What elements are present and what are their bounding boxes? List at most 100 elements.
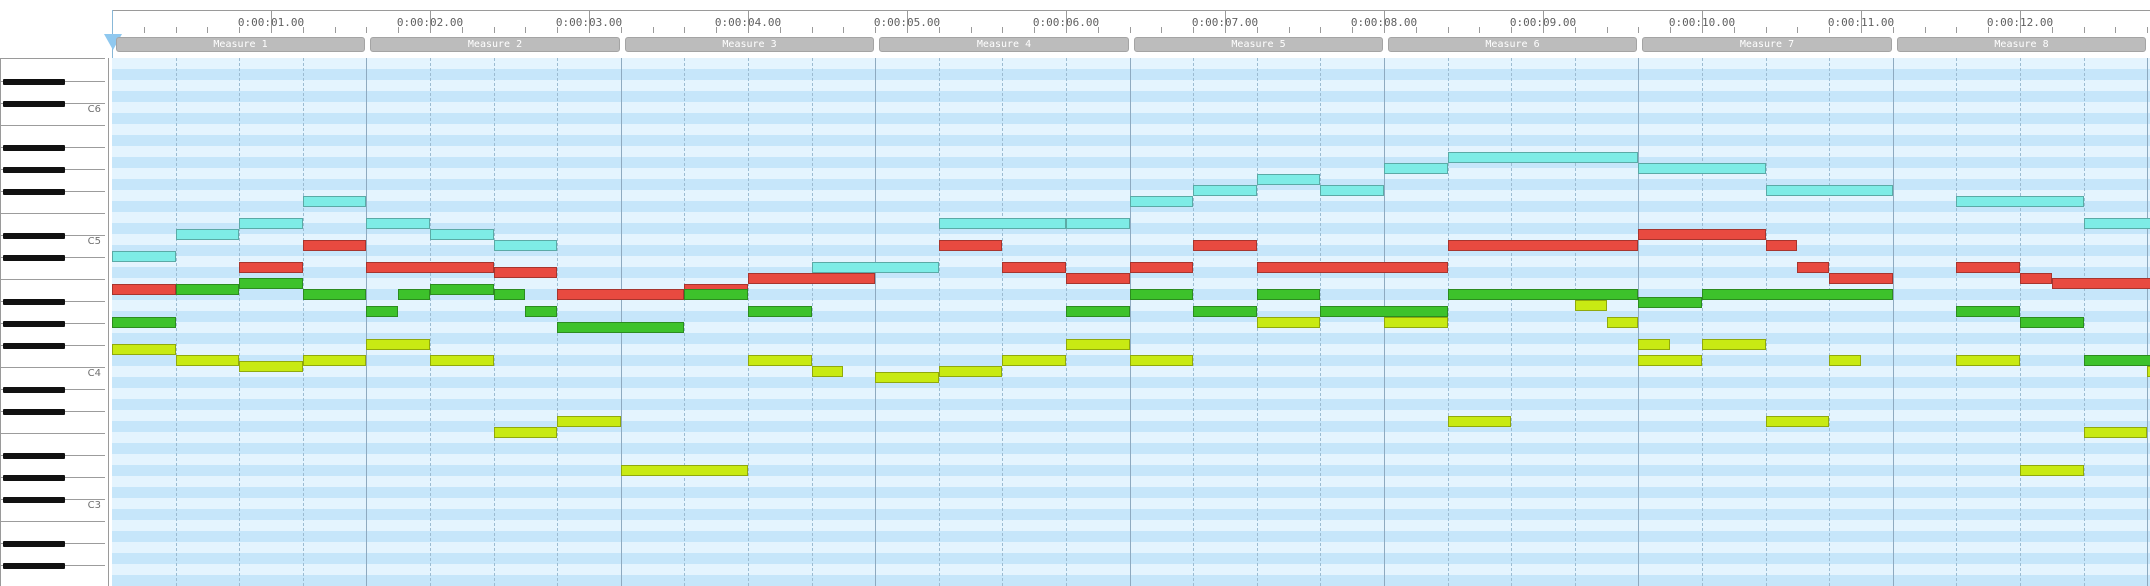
note-yellow[interactable] bbox=[1002, 355, 1066, 366]
note-green[interactable] bbox=[303, 289, 366, 300]
note-cyan[interactable] bbox=[303, 196, 366, 207]
black-key[interactable] bbox=[3, 343, 65, 349]
note-yellow[interactable] bbox=[1956, 355, 2020, 366]
note-red[interactable] bbox=[112, 284, 176, 295]
note-green[interactable] bbox=[2084, 355, 2150, 366]
note-green[interactable] bbox=[112, 317, 176, 328]
note-green[interactable] bbox=[1257, 289, 1320, 300]
note-red[interactable] bbox=[494, 267, 557, 278]
measure-8-header[interactable]: Measure 8 bbox=[1897, 37, 2146, 52]
note-cyan[interactable] bbox=[1448, 152, 1638, 163]
note-yellow[interactable] bbox=[1638, 355, 1702, 366]
note-green[interactable] bbox=[494, 289, 525, 300]
note-yellow[interactable] bbox=[2084, 427, 2147, 438]
note-red[interactable] bbox=[1002, 262, 1066, 273]
note-yellow[interactable] bbox=[430, 355, 494, 366]
note-red[interactable] bbox=[1130, 262, 1193, 273]
note-red[interactable] bbox=[2020, 273, 2052, 284]
note-yellow[interactable] bbox=[1766, 416, 1829, 427]
note-red[interactable] bbox=[1766, 240, 1797, 251]
note-red[interactable] bbox=[366, 262, 494, 273]
note-yellow[interactable] bbox=[1702, 339, 1766, 350]
note-green[interactable] bbox=[2020, 317, 2084, 328]
note-red[interactable] bbox=[1193, 240, 1257, 251]
note-red[interactable] bbox=[1797, 262, 1829, 273]
black-key[interactable] bbox=[3, 101, 65, 107]
note-cyan[interactable] bbox=[430, 229, 494, 240]
note-green[interactable] bbox=[176, 284, 239, 295]
note-red[interactable] bbox=[748, 273, 875, 284]
black-key[interactable] bbox=[3, 255, 65, 261]
measure-7-header[interactable]: Measure 7 bbox=[1642, 37, 1892, 52]
note-cyan[interactable] bbox=[939, 218, 1066, 229]
black-key[interactable] bbox=[3, 233, 65, 239]
black-key[interactable] bbox=[3, 497, 65, 503]
black-key[interactable] bbox=[3, 189, 65, 195]
note-red[interactable] bbox=[1066, 273, 1130, 284]
note-yellow[interactable] bbox=[494, 427, 557, 438]
time-ruler[interactable]: 0:00:01.00 0:00:02.00 0:00:03.00 0:00:04.00… bbox=[112, 10, 2150, 35]
black-key[interactable] bbox=[3, 453, 65, 459]
note-cyan[interactable] bbox=[1066, 218, 1130, 229]
note-green[interactable] bbox=[525, 306, 557, 317]
black-key[interactable] bbox=[3, 299, 65, 305]
note-red[interactable] bbox=[2052, 278, 2150, 289]
note-red[interactable] bbox=[557, 289, 684, 300]
note-green[interactable] bbox=[1066, 306, 1130, 317]
note-yellow[interactable] bbox=[176, 355, 239, 366]
note-cyan[interactable] bbox=[1257, 174, 1320, 185]
note-cyan[interactable] bbox=[494, 240, 557, 251]
note-red[interactable] bbox=[939, 240, 1002, 251]
note-yellow[interactable] bbox=[939, 366, 1002, 377]
measure-6-header[interactable]: Measure 6 bbox=[1388, 37, 1637, 52]
note-green[interactable] bbox=[366, 306, 398, 317]
note-yellow[interactable] bbox=[112, 344, 176, 355]
note-yellow[interactable] bbox=[557, 416, 621, 427]
note-green[interactable] bbox=[1702, 289, 1893, 300]
note-yellow[interactable] bbox=[1638, 339, 1670, 350]
note-yellow[interactable] bbox=[748, 355, 812, 366]
note-red[interactable] bbox=[1638, 229, 1766, 240]
measure-5-header[interactable]: Measure 5 bbox=[1134, 37, 1383, 52]
note-yellow[interactable] bbox=[1130, 355, 1193, 366]
note-yellow[interactable] bbox=[875, 372, 939, 383]
black-key[interactable] bbox=[3, 167, 65, 173]
note-green[interactable] bbox=[1130, 289, 1193, 300]
note-yellow[interactable] bbox=[812, 366, 843, 377]
note-green[interactable] bbox=[398, 289, 430, 300]
note-cyan[interactable] bbox=[1956, 196, 2084, 207]
note-green[interactable] bbox=[1956, 306, 2020, 317]
black-key[interactable] bbox=[3, 145, 65, 151]
black-key[interactable] bbox=[3, 409, 65, 415]
note-cyan[interactable] bbox=[239, 218, 303, 229]
black-key[interactable] bbox=[3, 563, 65, 569]
note-green[interactable] bbox=[1448, 289, 1638, 300]
note-cyan[interactable] bbox=[1320, 185, 1384, 196]
note-cyan[interactable] bbox=[812, 262, 939, 273]
note-green[interactable] bbox=[684, 289, 748, 300]
note-red[interactable] bbox=[303, 240, 366, 251]
note-green[interactable] bbox=[1320, 306, 1448, 317]
note-yellow[interactable] bbox=[1575, 300, 1607, 311]
note-yellow[interactable] bbox=[366, 339, 430, 350]
note-yellow[interactable] bbox=[1066, 339, 1130, 350]
note-yellow[interactable] bbox=[303, 355, 366, 366]
note-yellow[interactable] bbox=[2020, 465, 2084, 476]
note-cyan[interactable] bbox=[1638, 163, 1766, 174]
black-key[interactable] bbox=[3, 79, 65, 85]
note-cyan[interactable] bbox=[1193, 185, 1257, 196]
note-cyan[interactable] bbox=[1384, 163, 1448, 174]
note-grid[interactable] bbox=[112, 58, 2150, 586]
black-key[interactable] bbox=[3, 475, 65, 481]
note-yellow[interactable] bbox=[1448, 416, 1511, 427]
note-yellow[interactable] bbox=[1257, 317, 1320, 328]
note-green[interactable] bbox=[239, 278, 303, 289]
note-yellow[interactable] bbox=[621, 465, 748, 476]
note-red[interactable] bbox=[1829, 273, 1893, 284]
measure-3-header[interactable]: Measure 3 bbox=[625, 37, 874, 52]
note-red[interactable] bbox=[1257, 262, 1448, 273]
measure-4-header[interactable]: Measure 4 bbox=[879, 37, 1129, 52]
note-green[interactable] bbox=[557, 322, 684, 333]
note-green[interactable] bbox=[430, 284, 494, 295]
piano-keyboard[interactable]: C6 C5 C4 C3 bbox=[0, 58, 109, 586]
